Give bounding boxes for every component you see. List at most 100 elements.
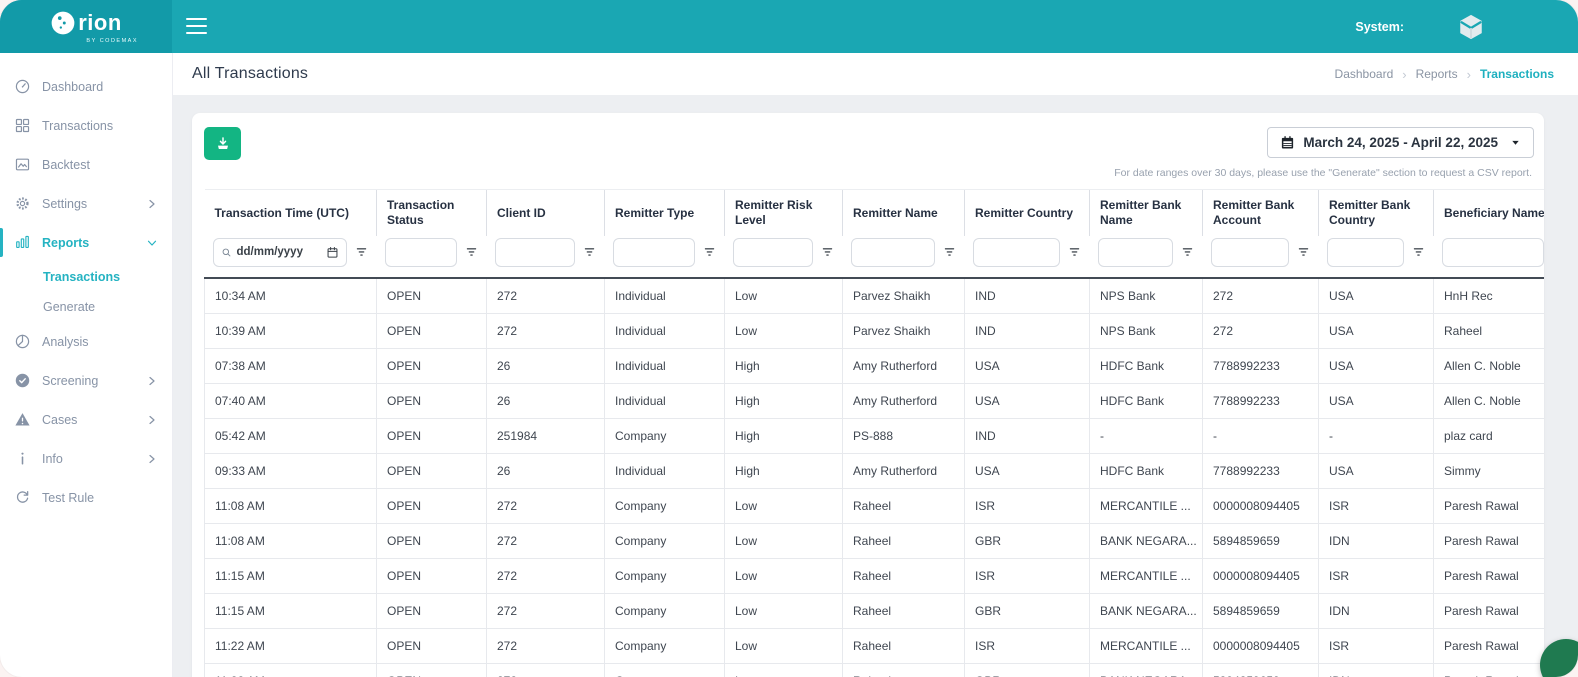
table-cell: USA bbox=[965, 384, 1090, 419]
filter-input-remitter-bank-account[interactable] bbox=[1211, 238, 1289, 267]
chevron-down-icon bbox=[146, 237, 158, 249]
filter-input-remitter-bank-country[interactable] bbox=[1327, 238, 1404, 267]
filter-icon[interactable] bbox=[1180, 245, 1195, 260]
filter-input-client-id[interactable] bbox=[495, 238, 575, 267]
date-range-label: March 24, 2025 - April 22, 2025 bbox=[1303, 135, 1498, 150]
page-title: All Transactions bbox=[192, 65, 308, 83]
table-row[interactable]: 05:42 AMOPEN251984CompanyHighPS-888IND--… bbox=[205, 419, 1545, 454]
column-header-remitter-bank-account: Remitter Bank Account bbox=[1203, 190, 1319, 237]
filter-input-remitter-bank-name[interactable] bbox=[1098, 238, 1173, 267]
menu-toggle-button[interactable] bbox=[186, 16, 210, 36]
filter-input-remitter-type[interactable] bbox=[613, 238, 695, 267]
sidebar-item-cases[interactable]: Cases bbox=[0, 400, 172, 439]
table-cell: USA bbox=[1319, 349, 1434, 384]
table-row[interactable]: 07:38 AMOPEN26IndividualHighAmy Rutherfo… bbox=[205, 349, 1545, 384]
filter-input-remitter-name[interactable] bbox=[851, 238, 935, 267]
sidebar-subitem-generate[interactable]: Generate bbox=[0, 292, 172, 322]
table-cell: 11:08 AM bbox=[205, 524, 377, 559]
filter-icon[interactable] bbox=[702, 245, 717, 260]
filter-icon[interactable] bbox=[582, 245, 597, 260]
table-cell: Low bbox=[725, 489, 843, 524]
filter-input-beneficiary-name[interactable] bbox=[1442, 238, 1544, 267]
date-filter-input[interactable]: dd/mm/yyyy bbox=[213, 238, 347, 267]
table-row[interactable]: 10:34 AMOPEN272IndividualLowParvez Shaik… bbox=[205, 278, 1545, 314]
sidebar-item-label: Cases bbox=[42, 413, 77, 427]
brand-logo[interactable]: rion by CODEMAX bbox=[0, 0, 172, 53]
table-row[interactable]: 09:33 AMOPEN26IndividualHighAmy Rutherfo… bbox=[205, 454, 1545, 489]
sidebar-item-analysis[interactable]: Analysis bbox=[0, 322, 172, 361]
breadcrumb-separator: › bbox=[1402, 67, 1406, 82]
filter-input-remitter-country[interactable] bbox=[973, 238, 1060, 267]
table-cell: Individual bbox=[605, 384, 725, 419]
table-cell: USA bbox=[1319, 314, 1434, 349]
sidebar-item-reports[interactable]: Reports bbox=[0, 223, 172, 262]
table-cell: ISR bbox=[965, 559, 1090, 594]
table-row[interactable]: 11:08 AMOPEN272CompanyLowRaheelISRMERCAN… bbox=[205, 489, 1545, 524]
table-cell: OPEN bbox=[377, 489, 487, 524]
filter-input-transaction-status[interactable] bbox=[385, 238, 457, 267]
table-row[interactable]: 11:22 AMOPEN272CompanyLowRaheelISRMERCAN… bbox=[205, 629, 1545, 664]
column-header-client-id: Client ID bbox=[487, 190, 605, 237]
sidebar-item-dashboard[interactable]: Dashboard bbox=[0, 67, 172, 106]
download-icon bbox=[215, 136, 231, 152]
sidebar-item-label: Analysis bbox=[42, 335, 89, 349]
filter-icon[interactable] bbox=[820, 245, 835, 260]
filter-input-remitter-risk-level[interactable] bbox=[733, 238, 813, 267]
table-cell: Amy Rutherford bbox=[843, 454, 965, 489]
calendar-icon[interactable] bbox=[326, 246, 339, 259]
filter-icon[interactable] bbox=[1067, 245, 1082, 260]
filter-icon[interactable] bbox=[1411, 245, 1426, 260]
filter-icon[interactable] bbox=[1296, 245, 1311, 260]
table-row[interactable]: 11:15 AMOPEN272CompanyLowRaheelGBRBANK N… bbox=[205, 594, 1545, 629]
table-row[interactable]: 11:08 AMOPEN272CompanyLowRaheelGBRBANK N… bbox=[205, 524, 1545, 559]
table-cell: Low bbox=[725, 559, 843, 594]
filter-icon[interactable] bbox=[354, 245, 369, 260]
table-row[interactable]: 10:39 AMOPEN272IndividualLowParvez Shaik… bbox=[205, 314, 1545, 349]
app-container: rion by CODEMAX System: DashboardTransac… bbox=[0, 0, 1578, 677]
table-cell: 11:22 AM bbox=[205, 629, 377, 664]
table-cell: HDFC Bank bbox=[1090, 454, 1203, 489]
system-cube-icon[interactable] bbox=[1456, 12, 1486, 42]
table-cell: BANK NEGARA... bbox=[1090, 524, 1203, 559]
date-filter-placeholder: dd/mm/yyyy bbox=[237, 245, 303, 259]
breadcrumb-transactions[interactable]: Transactions bbox=[1480, 67, 1554, 81]
breadcrumb-reports[interactable]: Reports bbox=[1416, 67, 1458, 81]
table-row[interactable]: 07:40 AMOPEN26IndividualHighAmy Rutherfo… bbox=[205, 384, 1545, 419]
table-cell: High bbox=[725, 454, 843, 489]
table-cell: Low bbox=[725, 524, 843, 559]
sidebar-item-screening[interactable]: Screening bbox=[0, 361, 172, 400]
sidebar-item-test-rule[interactable]: Test Rule bbox=[0, 478, 172, 517]
sidebar-item-settings[interactable]: Settings bbox=[0, 184, 172, 223]
sidebar-subitem-transactions[interactable]: Transactions bbox=[0, 262, 172, 292]
table-cell: Individual bbox=[605, 314, 725, 349]
calendar-icon bbox=[1280, 135, 1295, 150]
report-card: March 24, 2025 - April 22, 2025 For date… bbox=[192, 113, 1544, 677]
check-circle-icon bbox=[14, 372, 31, 389]
sidebar-item-info[interactable]: Info bbox=[0, 439, 172, 478]
breadcrumb-dashboard[interactable]: Dashboard bbox=[1335, 67, 1394, 81]
gear-icon bbox=[14, 195, 31, 212]
sidebar-item-backtest[interactable]: Backtest bbox=[0, 145, 172, 184]
table-row[interactable]: 11:22 AMOPEN272CompanyLowRaheelGBRBANK N… bbox=[205, 664, 1545, 677]
caret-down-icon bbox=[1510, 137, 1521, 148]
filter-cell-transaction-time-utc: dd/mm/yyyy bbox=[205, 236, 377, 278]
table-cell: Paresh Rawal bbox=[1434, 629, 1545, 664]
filter-icon[interactable] bbox=[464, 245, 479, 260]
table-cell: IDN bbox=[1319, 664, 1434, 677]
table-cell: 07:38 AM bbox=[205, 349, 377, 384]
table-cell: GBR bbox=[965, 594, 1090, 629]
sidebar-item-transactions[interactable]: Transactions bbox=[0, 106, 172, 145]
table-cell: OPEN bbox=[377, 314, 487, 349]
table-cell: MERCANTILE ... bbox=[1090, 489, 1203, 524]
download-csv-button[interactable] bbox=[204, 127, 241, 160]
table-row[interactable]: 11:15 AMOPEN272CompanyLowRaheelISRMERCAN… bbox=[205, 559, 1545, 594]
table-cell: - bbox=[1319, 419, 1434, 454]
table-cell: OPEN bbox=[377, 664, 487, 677]
column-header-transaction-time-utc: Transaction Time (UTC) bbox=[205, 190, 377, 237]
pie-chart-icon bbox=[14, 333, 31, 350]
table-cell: HDFC Bank bbox=[1090, 384, 1203, 419]
date-range-picker[interactable]: March 24, 2025 - April 22, 2025 bbox=[1267, 127, 1534, 158]
filter-icon[interactable] bbox=[942, 245, 957, 260]
sidebar-item-label: Transactions bbox=[42, 119, 113, 133]
table-cell: High bbox=[725, 384, 843, 419]
